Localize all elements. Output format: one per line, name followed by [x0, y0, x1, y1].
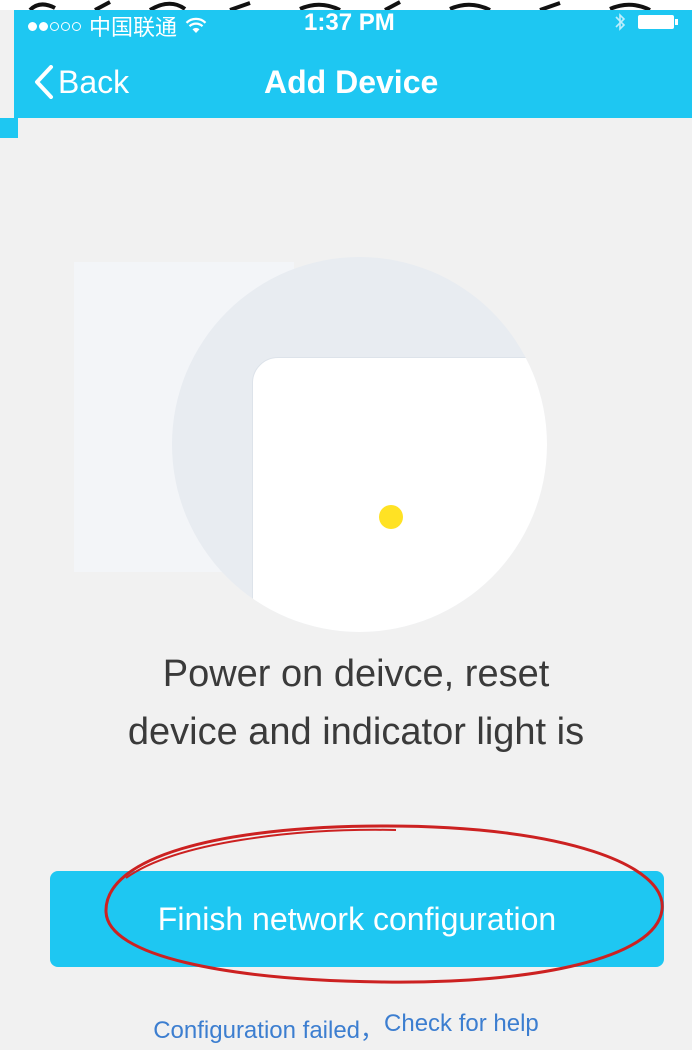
signal-dot	[50, 21, 59, 31]
help-link[interactable]: Configuration failed， Check for help	[0, 1010, 692, 1045]
device-slot	[539, 530, 547, 626]
battery-icon	[638, 15, 678, 29]
nav-bar: Back Add Device	[14, 46, 692, 118]
instruction-text: Power on deivce, reset device and indica…	[54, 645, 658, 761]
chevron-left-icon	[35, 65, 53, 99]
carrier-name: 中国联通	[89, 15, 178, 40]
page-title: Add Device	[264, 64, 439, 100]
phone-screen: 中国联通 1:37 PM Back Add Device Power on de…	[0, 0, 692, 1050]
configuration-failed-text: Configuration failed，	[153, 1017, 385, 1044]
signal-dot	[39, 21, 48, 31]
bluetooth-icon	[615, 13, 626, 31]
status-right	[614, 12, 678, 32]
wifi-icon	[185, 17, 207, 33]
finish-network-configuration-button[interactable]: Finish network configuration	[50, 871, 664, 967]
check-for-help-link[interactable]: Check for help	[384, 1010, 539, 1045]
instruction-line-2: device and indicator light is	[127, 711, 585, 753]
status-left: 中国联通	[28, 10, 207, 42]
signal-dot	[72, 21, 81, 31]
instruction-line-1: Power on deivce, reset	[162, 653, 550, 695]
nav-bar-edge	[0, 118, 18, 138]
device-body	[252, 357, 547, 632]
cropped-handwriting-strip	[0, 0, 692, 10]
status-time: 1:37 PM	[304, 9, 395, 36]
indicator-light	[379, 505, 403, 529]
signal-dot	[61, 21, 70, 31]
back-label: Back	[58, 63, 130, 100]
signal-strength-icon	[28, 21, 81, 31]
device-illustration	[172, 257, 547, 632]
back-button[interactable]: Back	[34, 60, 129, 104]
handwriting-marks	[28, 0, 651, 10]
signal-dot	[28, 21, 37, 31]
